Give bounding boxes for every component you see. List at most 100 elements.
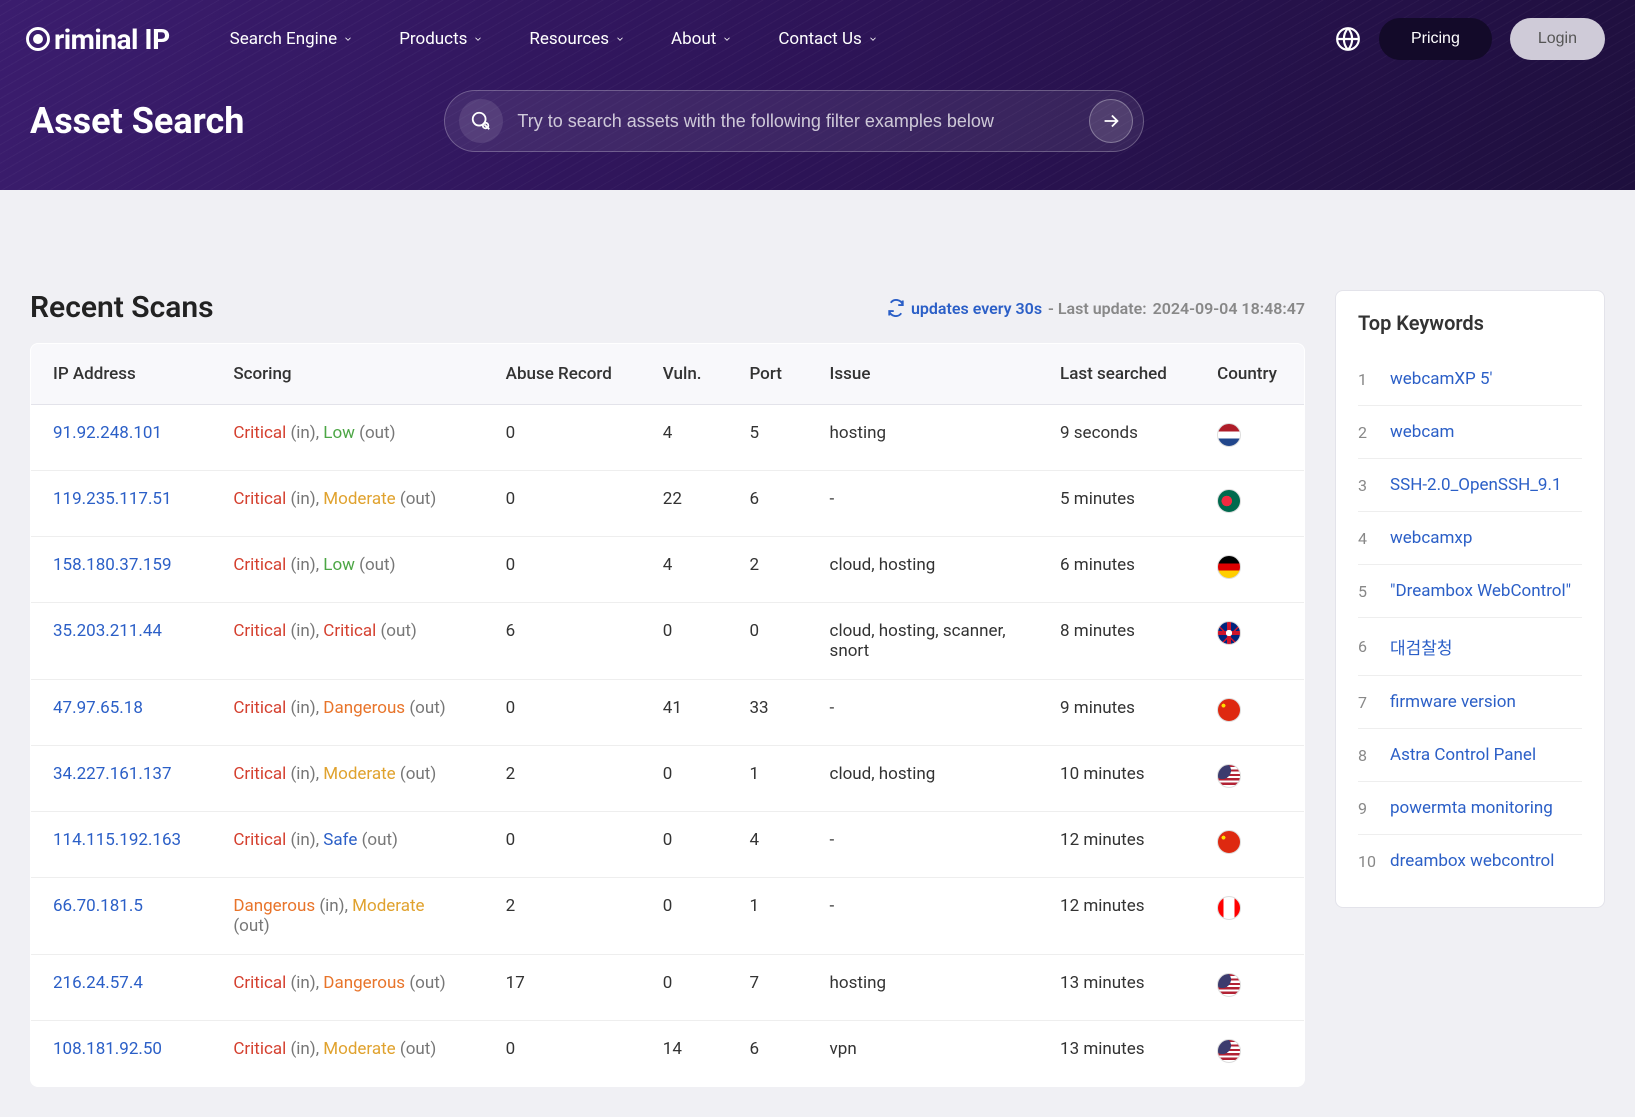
ip-link[interactable]: 119.235.117.51 xyxy=(53,489,172,509)
keyword-item[interactable]: 9 powermta monitoring xyxy=(1358,782,1582,835)
last-cell: 6 minutes xyxy=(1038,537,1195,603)
pricing-button[interactable]: Pricing xyxy=(1379,18,1492,60)
nav-item-about[interactable]: About xyxy=(671,29,732,49)
ip-link[interactable]: 108.181.92.50 xyxy=(53,1039,162,1059)
keyword-item[interactable]: 2webcam xyxy=(1358,406,1582,459)
ip-link[interactable]: 216.24.57.4 xyxy=(53,973,143,993)
last-cell: 10 minutes xyxy=(1038,746,1195,812)
keyword-text[interactable]: webcamxp xyxy=(1390,528,1472,548)
search-submit-button[interactable] xyxy=(1089,99,1133,143)
column-header: IP Address xyxy=(31,344,212,405)
score-out: Moderate xyxy=(352,896,424,916)
score-dir: (out) xyxy=(233,916,269,936)
port-cell: 5 xyxy=(727,405,807,471)
ip-link[interactable]: 34.227.161.137 xyxy=(53,764,172,784)
port-cell: 6 xyxy=(727,471,807,537)
scoring-cell: Critical (in), Dangerous (out) xyxy=(211,955,483,1021)
abuse-cell: 0 xyxy=(484,405,641,471)
ip-link[interactable]: 66.70.181.5 xyxy=(53,896,143,916)
score-dir: (in), xyxy=(290,973,323,993)
flag-icon xyxy=(1217,698,1241,722)
nav-label: Resources xyxy=(529,29,609,49)
vuln-cell: 0 xyxy=(641,812,728,878)
keyword-rank: 4 xyxy=(1358,529,1376,548)
search-input[interactable] xyxy=(517,111,1089,132)
score-out: Moderate xyxy=(323,764,395,784)
keyword-rank: 5 xyxy=(1358,582,1376,601)
nav-label: Products xyxy=(399,29,467,49)
port-cell: 4 xyxy=(727,812,807,878)
country-cell xyxy=(1195,878,1304,955)
ip-link[interactable]: 114.115.192.163 xyxy=(53,830,181,850)
port-cell: 33 xyxy=(727,680,807,746)
score-in: Critical xyxy=(233,973,286,993)
keyword-text[interactable]: 대검찰청 xyxy=(1390,634,1453,659)
keyword-text[interactable]: webcamXP 5' xyxy=(1390,369,1493,389)
column-header: Vuln. xyxy=(641,344,728,405)
scoring-cell: Critical (in), Moderate (out) xyxy=(211,471,483,537)
globe-icon[interactable] xyxy=(1335,26,1361,52)
port-cell: 0 xyxy=(727,603,807,680)
chevron-down-icon xyxy=(615,34,625,44)
ip-link[interactable]: 47.97.65.18 xyxy=(53,698,143,718)
nav-item-search-engine[interactable]: Search Engine xyxy=(230,29,354,49)
keyword-text[interactable]: powermta monitoring xyxy=(1390,798,1553,818)
flag-icon xyxy=(1217,423,1241,447)
nav-item-contact-us[interactable]: Contact Us xyxy=(778,29,877,49)
keyword-list: 1webcamXP 5'2webcam 3 SSH-2.0_OpenSSH_9.1 4… xyxy=(1358,353,1582,887)
country-cell xyxy=(1195,537,1304,603)
keyword-item[interactable]: 1webcamXP 5' xyxy=(1358,353,1582,406)
keyword-text[interactable]: "Dreambox WebControl" xyxy=(1390,581,1571,601)
keyword-item[interactable]: 7firmware version xyxy=(1358,676,1582,729)
login-button[interactable]: Login xyxy=(1510,18,1605,60)
scoring-cell: Critical (in), Low (out) xyxy=(211,537,483,603)
column-header: Issue xyxy=(808,344,1038,405)
table-row: 47.97.65.18 Critical (in), Dangerous (ou… xyxy=(31,680,1305,746)
ip-link[interactable]: 91.92.248.101 xyxy=(53,423,162,443)
score-in: Dangerous xyxy=(233,896,315,916)
keyword-item[interactable]: 4 webcamxp xyxy=(1358,512,1582,565)
ip-link[interactable]: 158.180.37.159 xyxy=(53,555,172,575)
vuln-cell: 0 xyxy=(641,746,728,812)
keyword-text[interactable]: dreambox webcontrol xyxy=(1390,851,1554,871)
table-header-row: IP AddressScoringAbuse RecordVuln.PortIs… xyxy=(31,344,1305,405)
country-cell xyxy=(1195,405,1304,471)
keyword-item[interactable]: 5 "Dreambox WebControl" xyxy=(1358,565,1582,618)
column-header: Abuse Record xyxy=(484,344,641,405)
abuse-cell: 0 xyxy=(484,471,641,537)
keyword-item[interactable]: 8Astra Control Panel xyxy=(1358,729,1582,782)
refresh-icon xyxy=(887,299,905,317)
port-cell: 1 xyxy=(727,878,807,955)
score-dir: (in), xyxy=(319,896,352,916)
logo-icon xyxy=(24,25,52,53)
last-cell: 5 minutes xyxy=(1038,471,1195,537)
country-cell xyxy=(1195,746,1304,812)
table-row: 66.70.181.5 Dangerous (in), Moderate (ou… xyxy=(31,878,1305,955)
column-header: Port xyxy=(727,344,807,405)
search-bar[interactable] xyxy=(444,90,1144,152)
port-cell: 1 xyxy=(727,746,807,812)
search-icon xyxy=(470,110,492,132)
nav-item-products[interactable]: Products xyxy=(399,29,483,49)
ip-link[interactable]: 35.203.211.44 xyxy=(53,621,162,641)
score-in: Critical xyxy=(233,621,286,641)
chevron-down-icon xyxy=(343,34,353,44)
keyword-text[interactable]: firmware version xyxy=(1390,692,1516,712)
keyword-text[interactable]: SSH-2.0_OpenSSH_9.1 xyxy=(1390,475,1562,495)
score-dir: (in), xyxy=(290,698,323,718)
keyword-text[interactable]: webcam xyxy=(1390,422,1454,442)
hero: Asset Search xyxy=(0,60,1635,152)
page-title: Asset Search xyxy=(30,100,244,142)
abuse-cell: 17 xyxy=(484,955,641,1021)
port-cell: 6 xyxy=(727,1021,807,1087)
keyword-rank: 3 xyxy=(1358,476,1376,495)
keyword-item[interactable]: 3 SSH-2.0_OpenSSH_9.1 xyxy=(1358,459,1582,512)
keyword-item[interactable]: 10dreambox webcontrol xyxy=(1358,835,1582,887)
keyword-rank: 9 xyxy=(1358,799,1376,818)
scoring-cell: Dangerous (in), Moderate (out) xyxy=(211,878,483,955)
score-out: Dangerous xyxy=(323,698,405,718)
nav-item-resources[interactable]: Resources xyxy=(529,29,625,49)
logo[interactable]: riminal IP xyxy=(24,23,170,56)
keyword-item[interactable]: 6대검찰청 xyxy=(1358,618,1582,676)
keyword-text[interactable]: Astra Control Panel xyxy=(1390,745,1536,765)
